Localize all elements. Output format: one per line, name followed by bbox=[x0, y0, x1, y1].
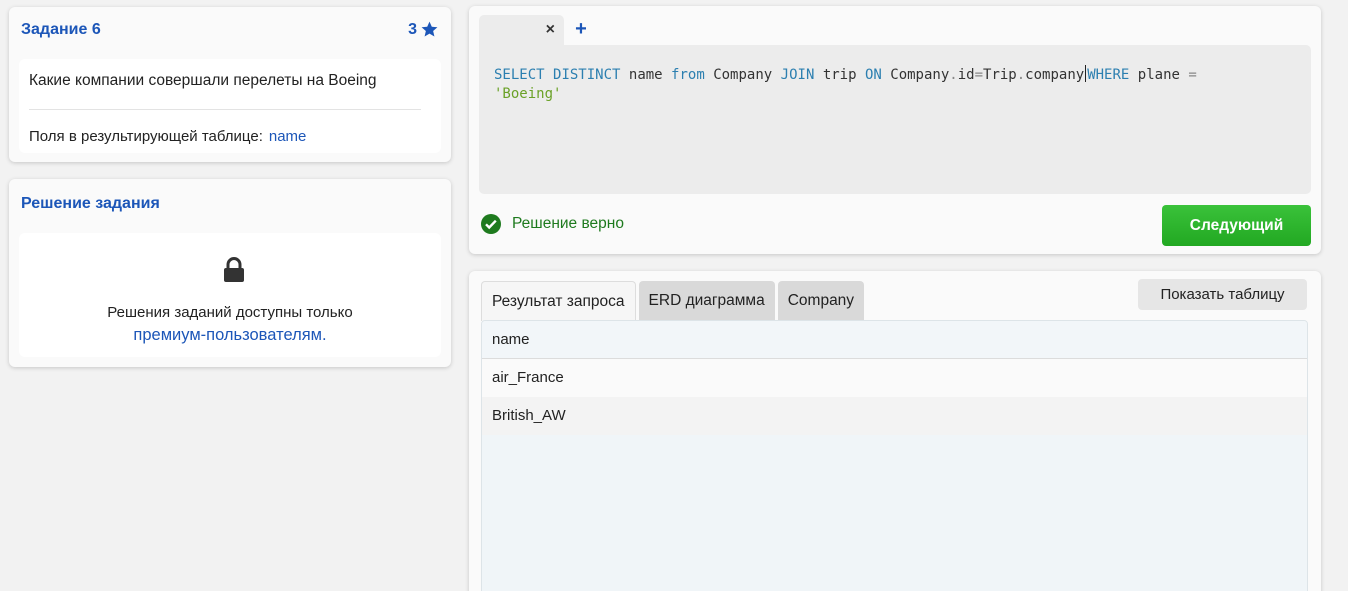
code-token: Company bbox=[713, 67, 773, 83]
code-token: Company bbox=[890, 67, 950, 83]
check-circle-icon bbox=[481, 214, 501, 234]
premium-link[interactable]: премиум-пользователям. bbox=[19, 326, 441, 345]
code-token: JOIN bbox=[780, 67, 815, 83]
table-row: air_France bbox=[482, 359, 1307, 397]
lock-icon bbox=[224, 257, 244, 282]
code-token: Trip bbox=[983, 67, 1017, 83]
code-token: plane bbox=[1137, 67, 1180, 83]
code-token: ON bbox=[864, 67, 882, 83]
tab-query-result[interactable]: Результат запроса bbox=[481, 281, 636, 321]
code-token: id bbox=[957, 67, 975, 83]
sql-editor[interactable]: SELECT DISTINCT name from Company JOIN t… bbox=[479, 45, 1311, 194]
task-title: Задание 6 bbox=[21, 21, 101, 38]
task-question: Какие компании совершали перелеты на Boe… bbox=[29, 72, 377, 89]
code-token: = bbox=[974, 67, 984, 83]
divider bbox=[29, 109, 421, 110]
code-token: 'Boeing' bbox=[494, 86, 562, 102]
show-table-button[interactable]: Показать таблицу bbox=[1138, 279, 1307, 310]
editor-tab[interactable]: × bbox=[479, 15, 564, 45]
code-token: DISTINCT bbox=[553, 67, 621, 83]
results-tabs: Результат запроса ERD диаграмма Company bbox=[481, 281, 865, 321]
code-token: WHERE bbox=[1087, 67, 1130, 83]
code-token: . bbox=[1016, 67, 1026, 83]
difficulty-value: 3 bbox=[408, 20, 417, 38]
code-token: = bbox=[1188, 67, 1197, 83]
result-fields: Поля в результирующей таблице: name bbox=[29, 128, 306, 145]
code-token: trip bbox=[822, 67, 857, 83]
result-status: Решение верно bbox=[481, 214, 624, 234]
code-token: name bbox=[628, 67, 663, 83]
task-card: Задание 6 3 Какие компании совершали пер… bbox=[9, 7, 451, 162]
table-header: name bbox=[482, 321, 1307, 359]
solution-card: Решение задания Решения заданий доступны… bbox=[9, 179, 451, 367]
editor-tab-strip: × + bbox=[479, 15, 598, 45]
editor-card: × + SELECT DISTINCT name from Company JO… bbox=[469, 6, 1321, 254]
tab-company[interactable]: Company bbox=[777, 281, 865, 321]
task-description-box: Какие компании совершали перелеты на Boe… bbox=[19, 59, 441, 153]
solution-title: Решение задания bbox=[21, 195, 160, 212]
table-row: British_AW bbox=[482, 397, 1307, 435]
add-tab-button[interactable]: + bbox=[564, 15, 598, 45]
difficulty-rating: 3 bbox=[408, 20, 439, 39]
star-icon bbox=[421, 21, 438, 37]
solution-locked-text: Решения заданий доступны только bbox=[107, 304, 353, 321]
code-token: SELECT bbox=[494, 67, 545, 83]
solution-locked-box: Решения заданий доступны только премиум-… bbox=[19, 233, 441, 357]
sql-code[interactable]: SELECT DISTINCT name from Company JOIN t… bbox=[494, 65, 1294, 104]
code-token: . bbox=[949, 67, 958, 83]
tab-erd-diagram[interactable]: ERD диаграмма bbox=[638, 281, 775, 321]
code-token: company bbox=[1025, 67, 1085, 83]
results-card: Результат запроса ERD диаграмма Company … bbox=[469, 271, 1321, 591]
result-fields-label: Поля в результирующей таблице: bbox=[29, 128, 263, 145]
next-button[interactable]: Следующий bbox=[1162, 205, 1311, 246]
result-table: name air_France British_AW bbox=[481, 320, 1308, 591]
result-status-text: Решение верно bbox=[512, 215, 624, 232]
close-icon[interactable]: × bbox=[546, 21, 555, 39]
code-token: from bbox=[671, 67, 705, 83]
result-field-name: name bbox=[268, 128, 307, 145]
